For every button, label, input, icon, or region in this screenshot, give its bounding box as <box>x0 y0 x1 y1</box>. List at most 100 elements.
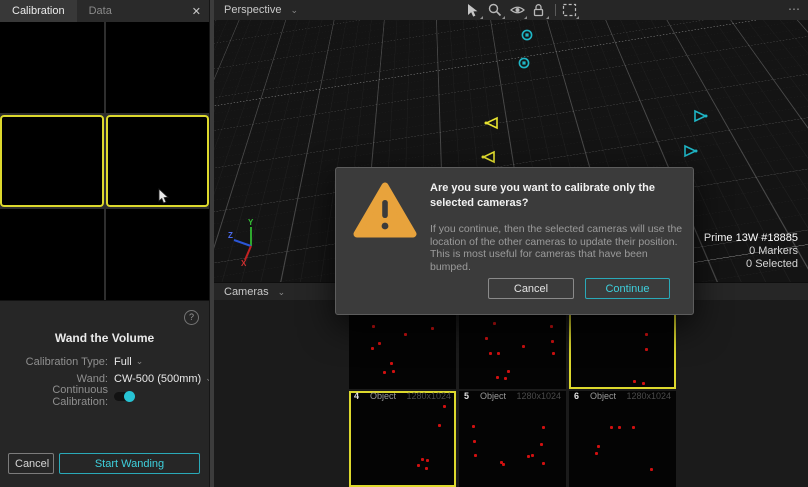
marker-dot <box>642 382 645 385</box>
camera-resolution: 1280x1024 <box>406 391 451 402</box>
marker-dot <box>390 362 393 365</box>
marker-dot <box>497 352 500 355</box>
tab-data[interactable]: Data <box>77 0 124 22</box>
continuous-calibration-toggle[interactable] <box>114 392 133 401</box>
setting-row: Continuous Calibration: <box>0 387 209 404</box>
warning-icon <box>352 181 418 241</box>
camera-3d-marker-5[interactable] <box>692 109 710 123</box>
marker-dot <box>485 337 488 340</box>
marker-dot <box>431 327 434 330</box>
camera-preview-tile-1[interactable] <box>0 22 104 113</box>
select-cursor-icon[interactable] <box>466 3 481 18</box>
marker-dot <box>502 463 505 466</box>
camera-preview-grid <box>0 22 209 300</box>
marker-dot <box>645 348 648 351</box>
toggle-knob <box>124 391 135 402</box>
camera-2d-tile-3[interactable] <box>569 302 676 389</box>
marker-dot <box>496 376 499 379</box>
tab-calibration[interactable]: Calibration <box>0 0 77 22</box>
marker-dot <box>438 424 441 427</box>
zoom-icon[interactable] <box>488 3 503 18</box>
camera-3d-marker-1[interactable] <box>520 28 538 42</box>
axis-y-label: Y <box>248 218 254 227</box>
marker-dot <box>425 467 428 470</box>
marker-dot <box>542 426 545 429</box>
wand-section-title: Wand the Volume <box>0 331 209 345</box>
setting-value-dropdown[interactable]: Full <box>114 356 132 368</box>
marker-dot <box>443 405 446 408</box>
marker-dot <box>404 333 407 336</box>
marker-dot <box>371 347 374 350</box>
marker-dot <box>542 462 545 465</box>
marker-dot <box>618 426 621 429</box>
marker-dot <box>392 370 395 373</box>
marquee-select-icon[interactable] <box>562 3 577 18</box>
dialog-continue-button[interactable]: Continue <box>585 278 670 299</box>
camera-2d-tile-1[interactable] <box>349 302 456 389</box>
marker-dot <box>378 342 381 345</box>
camera-tile-label: 5 Object 1280x1024 <box>459 391 566 402</box>
viewport-tools <box>466 0 584 20</box>
marker-dot <box>550 325 553 328</box>
camera-mode-label: Object <box>480 391 506 402</box>
camera-2d-tile-5[interactable]: 5 Object 1280x1024 <box>459 391 566 487</box>
camera-preview-tile-3[interactable] <box>0 115 104 206</box>
pane-tabbar: Calibration Data ✕ <box>0 0 209 22</box>
marker-dot <box>595 452 598 455</box>
overflow-menu-icon[interactable]: ⋯ <box>788 0 801 20</box>
cameras-view-selector[interactable]: Cameras ⌄ <box>224 282 285 302</box>
setting-row: Calibration Type: Full ⌄ <box>0 353 209 370</box>
camera-3d-marker-4[interactable] <box>479 150 497 164</box>
camera-number: 5 <box>464 391 469 402</box>
camera-tile-label: 4Object1280x1024 <box>349 391 456 402</box>
camera-preview-tile-6[interactable] <box>106 209 210 300</box>
lock-icon[interactable] <box>532 3 547 18</box>
motive-app-window: Calibration Data ✕ ? Wand the Volume Cal… <box>0 0 808 487</box>
view-selector[interactable]: Perspective ⌄ <box>224 0 298 20</box>
setting-label: Calibration Type: <box>0 356 108 368</box>
axis-gizmo: Y Z X <box>228 218 270 266</box>
setting-value-dropdown[interactable]: CW-500 (500mm) <box>114 373 201 385</box>
marker-dot <box>426 459 429 462</box>
cancel-calibration-button[interactable]: Cancel <box>8 453 54 474</box>
camera-3d-marker-3[interactable] <box>482 116 500 130</box>
camera-3d-marker-2[interactable] <box>517 56 535 70</box>
hud-selected-count: 0 Selected <box>704 258 798 271</box>
marker-dot <box>632 426 635 429</box>
hud-marker-count: 0 Markers <box>704 245 798 258</box>
camera-resolution: 1280x1024 <box>516 391 561 402</box>
marker-dot <box>552 352 555 355</box>
marker-dot <box>522 345 525 348</box>
visibility-icon[interactable] <box>510 3 525 18</box>
marker-dot <box>417 464 420 467</box>
dialog-cancel-button[interactable]: Cancel <box>488 278 574 299</box>
close-icon[interactable]: ✕ <box>184 0 209 22</box>
marker-dot <box>540 443 543 446</box>
marker-dot <box>383 371 386 374</box>
camera-3d-marker-6[interactable] <box>682 144 700 158</box>
camera-2d-tile-6[interactable]: 6Object1280x1024 <box>569 391 676 487</box>
cameras-view-label: Cameras <box>224 286 269 298</box>
dialog-title: Are you sure you want to calibrate only … <box>430 181 688 211</box>
camera-2d-tile-2[interactable] <box>459 302 566 389</box>
wand-settings: Calibration Type:Full⌄Wand:CW-500 (500mm… <box>0 353 209 404</box>
camera-2d-tile-4[interactable]: 4Object1280x1024 <box>349 391 456 487</box>
start-wanding-button[interactable]: Start Wanding <box>59 453 200 474</box>
marker-dot <box>650 468 653 471</box>
camera-preview-tile-5[interactable] <box>0 209 104 300</box>
camera-resolution: 1280x1024 <box>626 391 671 402</box>
marker-dot <box>421 458 424 461</box>
axis-x-label: X <box>241 259 247 266</box>
marker-dot <box>474 454 477 457</box>
marker-dot <box>597 445 600 448</box>
marker-dot <box>527 455 530 458</box>
marker-dot <box>372 325 375 328</box>
confirm-dialog: Are you sure you want to calibrate only … <box>335 167 694 315</box>
help-icon[interactable]: ? <box>184 310 199 325</box>
camera-preview-tile-2[interactable] <box>106 22 210 113</box>
chevron-down-icon: ⌄ <box>136 356 144 367</box>
toolbar-divider <box>555 4 556 16</box>
camera-number: 4 <box>354 391 359 402</box>
marker-dot <box>489 352 492 355</box>
hud-camera-name: Prime 13W #18885 <box>704 232 798 245</box>
